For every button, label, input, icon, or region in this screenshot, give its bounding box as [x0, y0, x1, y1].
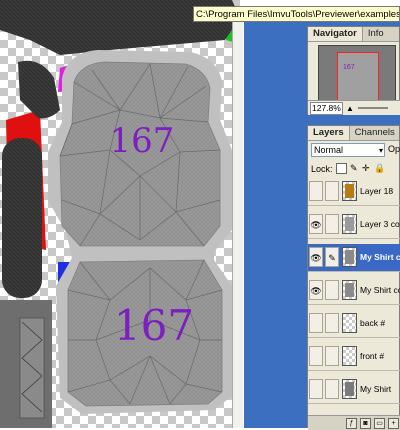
- lock-pixels-icon[interactable]: ✎: [350, 163, 358, 174]
- eye-icon[interactable]: [309, 379, 323, 399]
- link-icon[interactable]: [325, 346, 339, 366]
- layer-row[interactable]: back #: [308, 310, 400, 338]
- navigator-view-box[interactable]: [337, 52, 379, 106]
- brush-icon[interactable]: ✎: [325, 247, 339, 267]
- lock-all-icon[interactable]: 🔒: [374, 163, 385, 174]
- layer-row[interactable]: 👁 My Shirt copy: [308, 277, 400, 305]
- layer-thumbnail: [342, 214, 357, 234]
- eye-icon[interactable]: 👁: [309, 214, 323, 234]
- layer-thumbnail: [342, 346, 357, 366]
- navigator-thumb-label: 167: [343, 64, 355, 71]
- navigator-palette: Navigator Info 167 127.8% ▲: [307, 26, 400, 115]
- layer-name: My Shirt copy: [360, 285, 400, 295]
- front-number-label: 167: [110, 121, 175, 161]
- layer-thumbnail: [342, 379, 357, 399]
- link-icon[interactable]: [325, 280, 339, 300]
- layer-name: Layer 3 copy: [360, 219, 400, 229]
- layer-row[interactable]: My Shirt: [308, 376, 400, 404]
- zoom-field[interactable]: 127.8%: [310, 102, 343, 115]
- chevron-down-icon: ▾: [378, 146, 383, 155]
- layer-row[interactable]: front #: [308, 343, 400, 371]
- new-layer-icon[interactable]: +: [388, 418, 399, 429]
- eye-icon[interactable]: [309, 313, 323, 333]
- link-icon[interactable]: [325, 181, 339, 201]
- texture-artwork: 167 167: [0, 0, 240, 428]
- blend-mode-value: Normal: [314, 145, 344, 155]
- eye-icon[interactable]: 👁: [309, 247, 323, 267]
- link-icon[interactable]: [325, 379, 339, 399]
- layer-thumbnail: [342, 247, 357, 267]
- opacity-label: Op: [388, 144, 400, 154]
- lock-transparency-icon[interactable]: [336, 163, 347, 174]
- tab-layers[interactable]: Layers: [308, 126, 350, 140]
- document-canvas[interactable]: 167 167: [0, 0, 242, 428]
- new-set-icon[interactable]: ▭: [374, 418, 385, 429]
- layer-name: My Shirt: [360, 384, 392, 394]
- layer-name: Layer 18: [360, 186, 394, 196]
- layer-row[interactable]: 👁✎ My Shirt co: [308, 244, 400, 272]
- layers-palette: Layers Channels Normal ▾ Op Lock: ✎ ✛ 🔒 …: [307, 125, 400, 430]
- lock-position-icon[interactable]: ✛: [362, 163, 370, 174]
- link-icon[interactable]: [325, 313, 339, 333]
- eye-icon[interactable]: [309, 346, 323, 366]
- tab-navigator[interactable]: Navigator: [308, 27, 363, 41]
- layer-thumbnail: [342, 280, 357, 300]
- eye-icon[interactable]: 👁: [309, 280, 323, 300]
- layer-thumbnail: [342, 313, 357, 333]
- zoom-out-icon[interactable]: ▲: [346, 104, 354, 113]
- layer-row[interactable]: Layer 18: [308, 178, 400, 206]
- left-dark-piece: [18, 60, 60, 119]
- left-sleeve-piece: [2, 138, 42, 298]
- file-path-tooltip: C:\Program Files\ImvuTools\Previewer\exa…: [193, 6, 400, 22]
- lock-label: Lock:: [311, 164, 333, 174]
- blend-mode-select[interactable]: Normal ▾: [311, 143, 385, 157]
- layer-name: back #: [360, 318, 386, 328]
- layer-mask-icon[interactable]: ◙: [360, 418, 371, 429]
- link-icon[interactable]: [325, 214, 339, 234]
- zoom-slider[interactable]: [358, 107, 388, 109]
- layer-list: Layer 18 👁 Layer 3 copy 👁✎ My Shirt co 👁 My Sh…: [308, 178, 400, 414]
- canvas-vertical-scrollbar[interactable]: [232, 22, 243, 428]
- layer-name: My Shirt co: [360, 252, 400, 262]
- tab-channels[interactable]: Channels: [350, 126, 400, 140]
- layer-style-icon[interactable]: ƒ: [346, 418, 357, 429]
- back-number-label: 167: [114, 301, 194, 350]
- layer-row[interactable]: 👁 Layer 3 copy: [308, 211, 400, 239]
- tab-info[interactable]: Info: [363, 27, 389, 41]
- eye-icon[interactable]: [309, 181, 323, 201]
- layer-thumbnail: [342, 181, 357, 201]
- layer-name: front #: [360, 351, 385, 361]
